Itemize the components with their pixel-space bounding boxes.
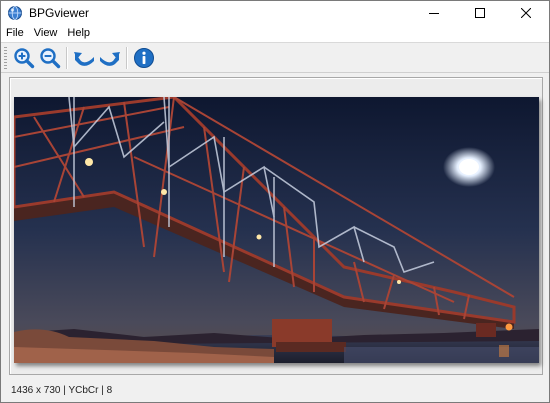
toolbar-separator: [126, 46, 128, 69]
image-viewport[interactable]: [9, 77, 543, 375]
rotate-right-icon: [100, 51, 120, 66]
rotate-left-icon: [74, 51, 94, 66]
menu-help[interactable]: Help: [62, 25, 95, 42]
rotate-left-button[interactable]: [71, 45, 97, 71]
close-button[interactable]: [503, 1, 549, 25]
toolbar: [1, 42, 549, 73]
title-bar[interactable]: BPGviewer: [1, 1, 549, 25]
zoom-out-icon: [40, 47, 61, 68]
status-bar: 1436 x 730 | YCbCr | 8: [1, 379, 549, 402]
minimize-button[interactable]: [411, 1, 457, 25]
app-window: BPGviewer File View Help 1436 x 730 | YC…: [0, 0, 550, 403]
rotate-right-button[interactable]: [97, 45, 123, 71]
minimize-icon: [429, 13, 439, 14]
image-frame: [14, 97, 539, 363]
window-title: BPGviewer: [29, 6, 90, 20]
window-controls: [411, 1, 549, 25]
zoom-in-icon: [14, 47, 35, 68]
menu-bar: File View Help: [1, 25, 549, 42]
bridge-photo: [14, 97, 539, 363]
maximize-button[interactable]: [457, 1, 503, 25]
toolbar-separator: [66, 46, 68, 69]
menu-view[interactable]: View: [29, 25, 63, 42]
menu-file[interactable]: File: [1, 25, 29, 42]
info-icon: [134, 47, 154, 68]
image-info-status: 1436 x 730 | YCbCr | 8: [11, 385, 113, 396]
info-button[interactable]: [131, 45, 157, 71]
bpg-globe-icon: [7, 5, 23, 21]
maximize-icon: [475, 8, 485, 18]
close-icon: [521, 8, 531, 18]
zoom-in-button[interactable]: [11, 45, 37, 71]
toolbar-grip[interactable]: [4, 46, 7, 69]
zoom-out-button[interactable]: [37, 45, 63, 71]
